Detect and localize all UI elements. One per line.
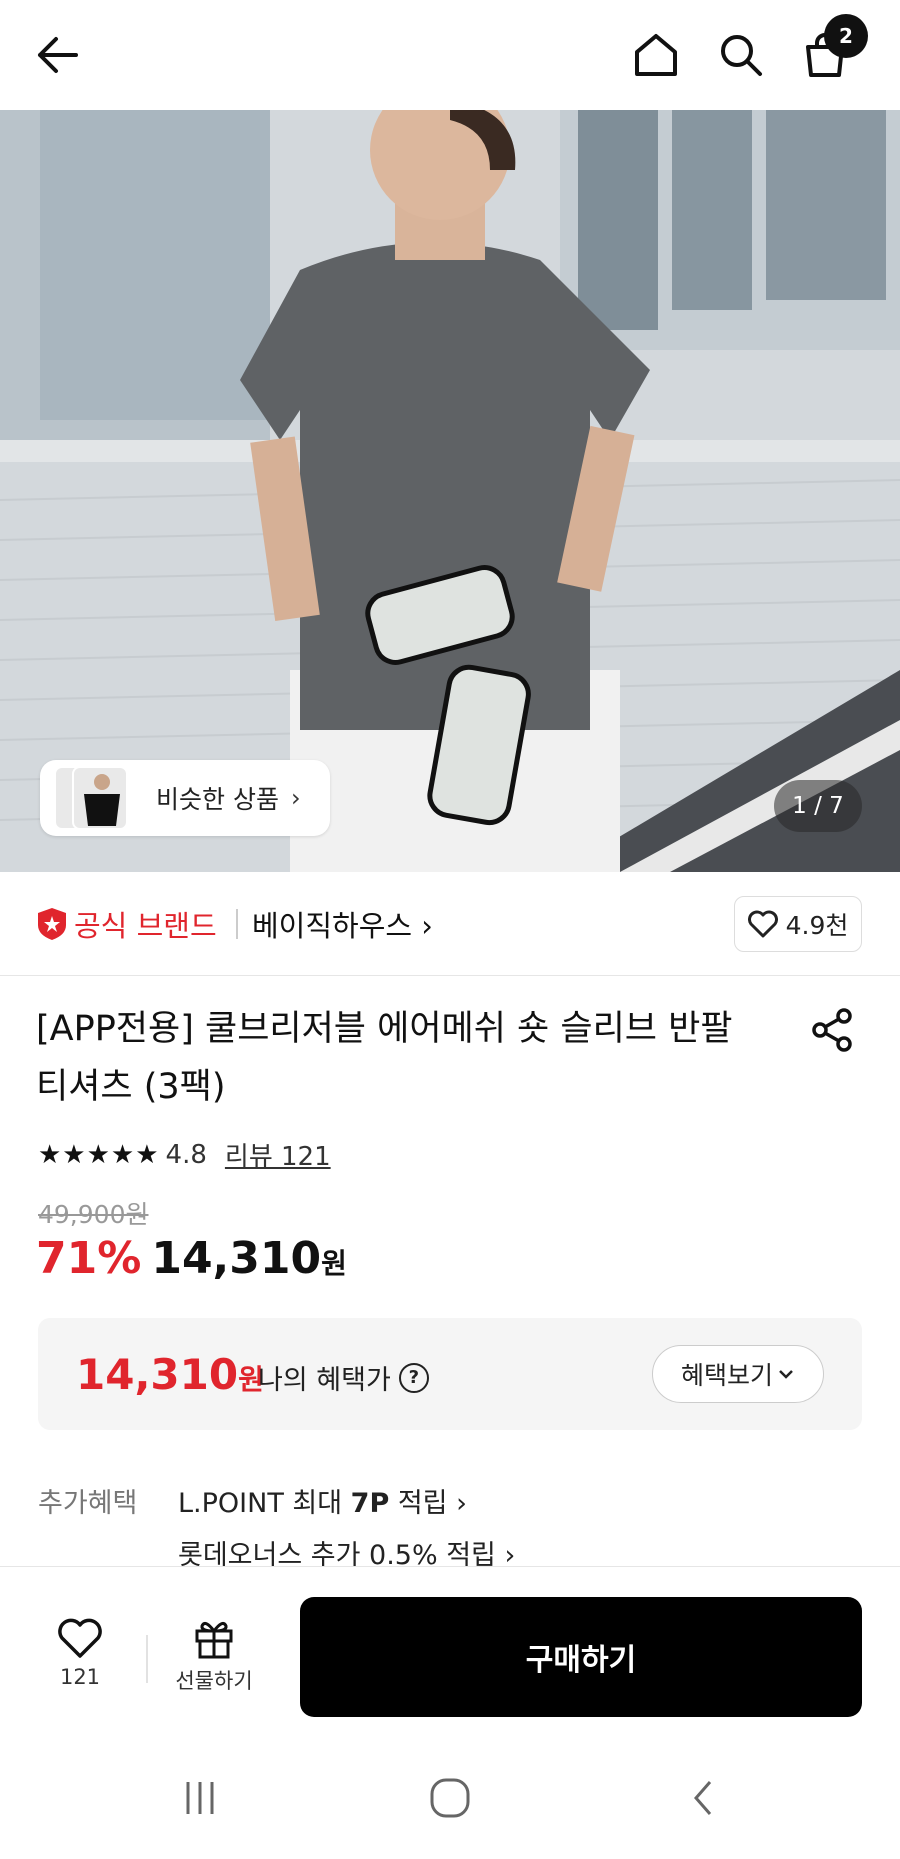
rating-score: 4.8 (165, 1139, 207, 1170)
discount-rate: 71% (36, 1233, 142, 1284)
product-page: 2 비슷한 상품 › 1 / 7 공식 브랜드 베이직하우스 › 4.9천 [A… (0, 0, 900, 1859)
official-shield-icon (38, 908, 66, 940)
share-button[interactable] (808, 1006, 856, 1054)
search-button[interactable] (706, 20, 776, 90)
image-pager: 1 / 7 (774, 780, 862, 832)
brand-name-link[interactable]: 베이직하우스 › (252, 903, 433, 945)
action-divider (146, 1635, 148, 1683)
benefit-price-amount: 14,310 (76, 1350, 239, 1399)
product-title-line: [APP전용] 쿨브리저블 에어메쉬 숏 슬리브 반팔 (36, 1009, 733, 1049)
lpoint-prefix: L.POINT 최대 (178, 1488, 351, 1519)
price-unit: 원 (321, 1247, 347, 1280)
wishlist-count: 121 (59, 1665, 101, 1689)
cart-button[interactable]: 2 (790, 14, 868, 90)
back-button[interactable] (22, 20, 92, 90)
product-title-line: 티셔츠 (3팩) (36, 1067, 226, 1107)
home-icon (635, 34, 677, 76)
product-title: [APP전용] 쿨브리저블 에어메쉬 숏 슬리브 반팔 티셔츠 (3팩) (36, 1000, 776, 1116)
heart-icon (58, 1618, 102, 1658)
lpoint-suffix: 적립 › (389, 1488, 467, 1519)
share-icon (812, 1008, 852, 1052)
similar-products-button[interactable]: 비슷한 상품 › (40, 760, 330, 836)
top-app-bar: 2 (0, 0, 900, 110)
product-photo (0, 110, 900, 872)
original-price: 49,900원 (38, 1200, 149, 1229)
product-image-carousel[interactable]: 비슷한 상품 › 1 / 7 (0, 110, 900, 872)
official-brand-badge: 공식 브랜드 (36, 903, 217, 945)
view-benefits-button[interactable]: 혜택보기 (652, 1345, 824, 1403)
cart-count-badge: 2 (824, 14, 868, 58)
gift-icon (195, 1621, 233, 1659)
bottom-action-bar: 121 선물하기 구매하기 (0, 1566, 900, 1732)
recent-apps-icon (186, 1782, 214, 1814)
buy-button[interactable]: 구매하기 (300, 1597, 862, 1717)
brand-divider (236, 909, 238, 939)
benefit-price-box: 14,310 원 나의 혜택가 ? 혜택보기 (38, 1318, 862, 1430)
similar-thumbnail (72, 766, 128, 830)
brand-row: 공식 브랜드 베이직하우스 › 4.9천 (0, 872, 900, 976)
similar-products-label: 비슷한 상품 (156, 785, 279, 814)
chevron-right-icon: › (290, 784, 301, 812)
lpoint-points: 7P (350, 1488, 390, 1519)
brand-like-button[interactable]: 4.9천 (734, 896, 862, 952)
system-nav-bar (0, 1732, 900, 1859)
benefit-label-group: 나의 혜택가 ? (258, 1358, 429, 1397)
wishlist-button[interactable]: 121 (40, 1617, 120, 1707)
extra-benefits-label: 추가혜택 (38, 1488, 138, 1519)
rating-row: ★★★★★ 4.8 리뷰 121 (38, 1136, 331, 1173)
arrow-left-icon (38, 37, 78, 73)
benefit-label: 나의 혜택가 (258, 1365, 391, 1396)
benefit-price: 14,310 원 (76, 1350, 264, 1399)
lpoint-benefit-link[interactable]: L.POINT 최대 7P 적립 › (178, 1481, 467, 1520)
reviews-link[interactable]: 리뷰 121 (225, 1136, 331, 1173)
home-button[interactable] (621, 20, 691, 90)
back-chevron-icon (694, 1781, 712, 1815)
home-nav-button[interactable] (420, 1768, 480, 1828)
official-brand-label: 공식 브랜드 (74, 909, 217, 943)
sale-price-row: 71% 14,310 원 (36, 1233, 347, 1284)
recent-apps-button[interactable] (170, 1768, 230, 1828)
sale-price: 14,310 (151, 1233, 322, 1284)
search-icon (721, 35, 762, 76)
back-nav-button[interactable] (674, 1768, 734, 1828)
rating-stars: ★★★★★ (38, 1139, 160, 1170)
chevron-down-icon (779, 1370, 793, 1379)
gift-button[interactable]: 선물하기 (164, 1617, 264, 1707)
brand-like-count: 4.9천 (785, 911, 849, 940)
heart-icon (747, 910, 778, 938)
view-benefits-label: 혜택보기 (680, 1361, 773, 1390)
help-icon[interactable]: ? (398, 1362, 429, 1393)
home-circle-icon (430, 1778, 470, 1818)
gift-label: 선물하기 (175, 1669, 253, 1693)
similar-thumbnails (54, 766, 138, 830)
